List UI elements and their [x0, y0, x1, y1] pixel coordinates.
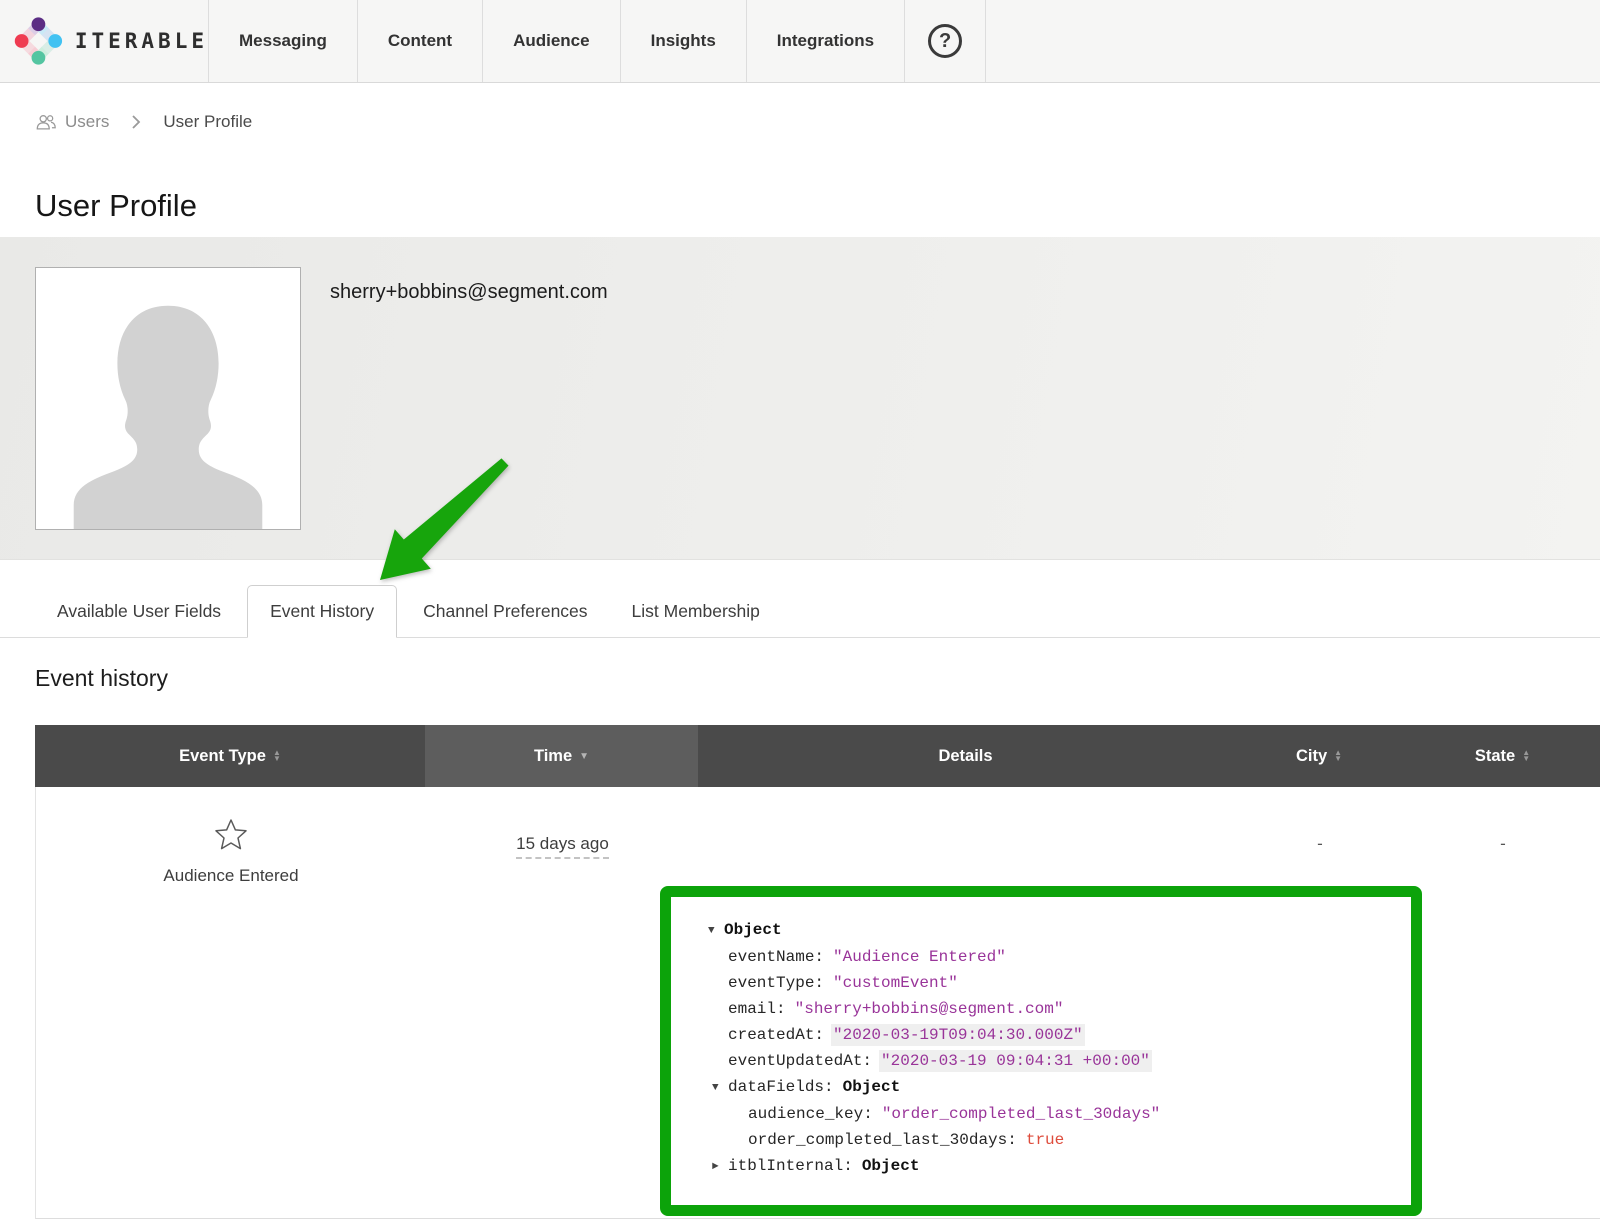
- json-line: createdAt: "2020-03-19T09:04:30.000Z": [708, 1022, 1401, 1048]
- breadcrumb-current: User Profile: [163, 112, 252, 132]
- top-nav: ITERABLE Messaging Content Audience Insi…: [0, 0, 1600, 83]
- json-object-label: Object: [843, 1078, 901, 1096]
- column-header-event-type[interactable]: Event Type ▲▼: [35, 725, 425, 787]
- avatar: [35, 267, 301, 530]
- annotation-arrow-icon: [370, 452, 518, 590]
- details-highlight-box: ▼Object eventName:"Audience Entered" eve…: [660, 886, 1422, 1216]
- column-label: Time: [534, 747, 572, 766]
- json-object-label: Object: [862, 1157, 920, 1175]
- column-header-city[interactable]: City ▲▼: [1233, 725, 1405, 787]
- json-line: ►itblInternal: Object: [708, 1153, 1401, 1180]
- iterable-logo-icon: [14, 13, 63, 69]
- event-star-icon: [213, 817, 249, 853]
- json-value: "Audience Entered": [833, 948, 1006, 966]
- avatar-silhouette-icon: [36, 268, 300, 529]
- json-line: audience_key: "order_completed_last_30day…: [708, 1101, 1401, 1127]
- chevron-right-icon: [131, 114, 141, 130]
- json-key: createdAt:: [728, 1026, 824, 1044]
- json-value: "2020-03-19 09:04:31 +00:00": [881, 1052, 1150, 1070]
- column-header-state[interactable]: State ▲▼: [1405, 725, 1600, 787]
- collapse-open-icon[interactable]: ▼: [712, 1075, 728, 1101]
- profile-hero: sherry+bobbins@segment.com: [0, 237, 1600, 560]
- users-icon: [35, 113, 57, 131]
- sort-desc-icon: ▼: [579, 751, 589, 762]
- json-line: eventType: "customEvent": [708, 970, 1401, 996]
- nav-item-content[interactable]: Content: [357, 0, 482, 82]
- json-line: order_completed_last_30days: true: [708, 1127, 1401, 1153]
- table-header: Event Type ▲▼ Time ▼ Details City ▲▼ Sta…: [35, 725, 1600, 787]
- tab-list-membership[interactable]: List Membership: [610, 585, 782, 637]
- json-key: order_completed_last_30days:: [748, 1131, 1017, 1149]
- sort-icon: ▲▼: [273, 750, 281, 762]
- json-value: "2020-03-19T09:04:30.000Z": [833, 1026, 1083, 1044]
- nav-item-audience[interactable]: Audience: [482, 0, 620, 82]
- time-cell: 15 days ago: [426, 787, 699, 1218]
- json-value: "order_completed_last_30days": [882, 1105, 1160, 1123]
- column-label: State: [1475, 747, 1515, 766]
- json-line: eventName: "Audience Entered": [708, 944, 1401, 970]
- json-key: itblInternal:: [728, 1157, 853, 1175]
- column-label: Event Type: [179, 747, 266, 766]
- tab-channel-preferences[interactable]: Channel Preferences: [401, 585, 609, 637]
- nav-item-insights[interactable]: Insights: [620, 0, 746, 82]
- json-value: "sherry+bobbins@segment.com": [795, 1000, 1064, 1018]
- collapse-closed-icon[interactable]: ►: [712, 1154, 728, 1180]
- column-label: City: [1296, 747, 1327, 766]
- tab-event-history[interactable]: Event History: [247, 585, 397, 638]
- nav-item-integrations[interactable]: Integrations: [746, 0, 904, 82]
- json-key: eventType:: [728, 974, 824, 992]
- json-value: true: [1026, 1131, 1064, 1149]
- json-key: dataFields:: [728, 1078, 834, 1096]
- json-key: eventName:: [728, 948, 824, 966]
- help-button[interactable]: ?: [904, 0, 986, 82]
- user-email: sherry+bobbins@segment.com: [330, 281, 608, 304]
- brand-name: ITERABLE: [75, 29, 208, 53]
- breadcrumb-users-link[interactable]: Users: [65, 112, 109, 132]
- event-type-label: Audience Entered: [163, 866, 298, 886]
- sort-icon: ▲▼: [1334, 750, 1342, 762]
- json-key: eventUpdatedAt:: [728, 1052, 872, 1070]
- json-tree: ▼Object eventName:"Audience Entered" eve…: [671, 897, 1411, 1190]
- json-key: audience_key:: [748, 1105, 873, 1123]
- json-line: ▼Object: [708, 917, 1401, 944]
- column-header-time[interactable]: Time ▼: [425, 725, 698, 787]
- column-header-details: Details: [698, 725, 1233, 787]
- breadcrumb: Users User Profile: [35, 112, 252, 132]
- event-type-cell: Audience Entered: [36, 787, 426, 1218]
- tab-available-user-fields[interactable]: Available User Fields: [35, 585, 243, 637]
- sort-icon: ▲▼: [1522, 750, 1530, 762]
- profile-tabs: Available User Fields Event History Chan…: [0, 585, 1600, 638]
- column-label: Details: [938, 747, 992, 766]
- json-line: eventUpdatedAt: "2020-03-19 09:04:31 +00:…: [708, 1048, 1401, 1074]
- section-heading: Event history: [35, 665, 168, 692]
- json-line: email: "sherry+bobbins@segment.com": [708, 996, 1401, 1022]
- json-key: email:: [728, 1000, 786, 1018]
- state-cell: -: [1406, 787, 1600, 1218]
- brand-logo[interactable]: ITERABLE: [0, 0, 208, 82]
- help-icon: ?: [928, 24, 962, 58]
- json-value: "customEvent": [833, 974, 958, 992]
- page-title: User Profile: [35, 188, 197, 224]
- json-object-label: Object: [724, 921, 782, 939]
- collapse-open-icon[interactable]: ▼: [708, 918, 724, 944]
- relative-time[interactable]: 15 days ago: [516, 834, 609, 859]
- user-profile-page: ITERABLE Messaging Content Audience Insi…: [0, 0, 1600, 1219]
- nav-item-messaging[interactable]: Messaging: [208, 0, 357, 82]
- json-line: ▼dataFields: Object: [708, 1074, 1401, 1101]
